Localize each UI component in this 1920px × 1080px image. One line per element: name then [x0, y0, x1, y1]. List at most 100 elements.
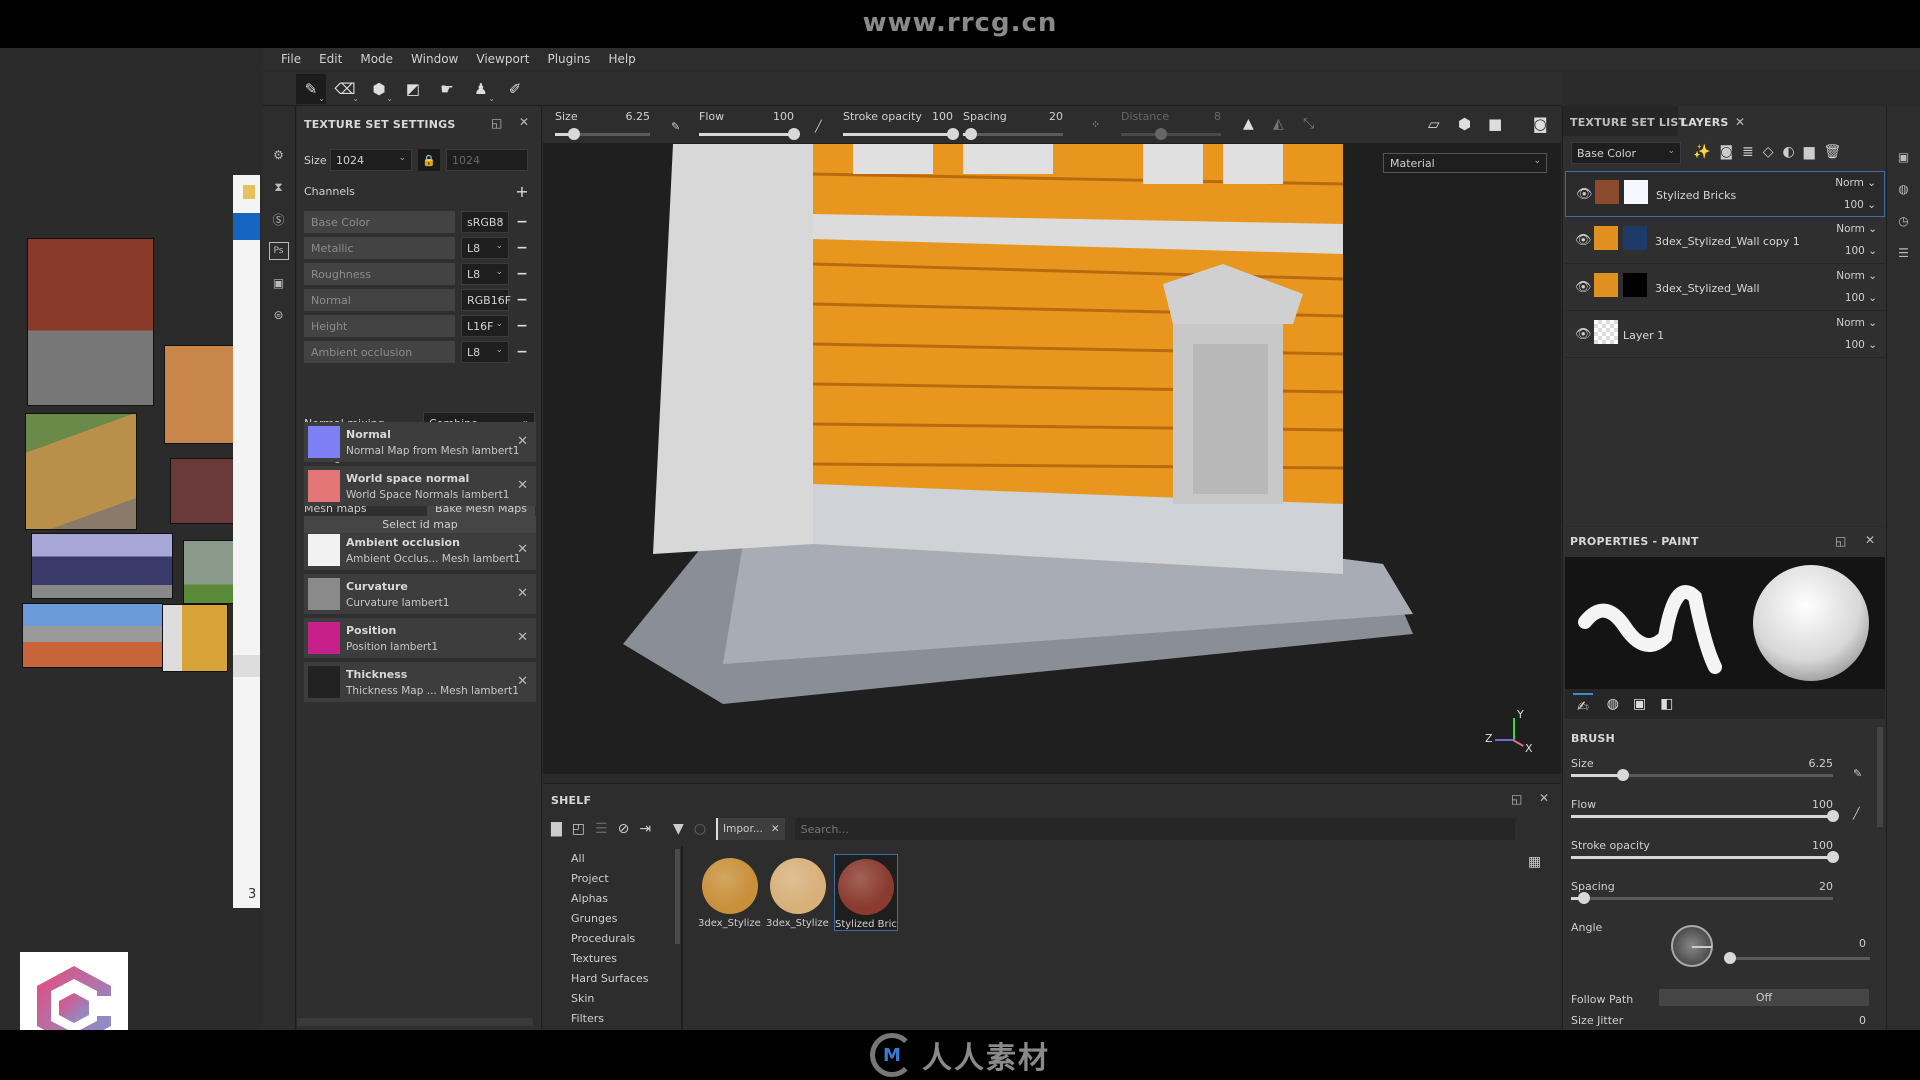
layer-mask-thumbnail[interactable]: [1624, 180, 1648, 204]
add-channel-button[interactable]: +: [509, 182, 535, 201]
size-pressure-icon[interactable]: ✎: [1853, 767, 1862, 780]
shelf-item[interactable]: 3dex_Stylize...: [766, 854, 830, 929]
projection-tool-button[interactable]: ⬢ ⌄: [364, 74, 394, 104]
follow-path-toggle[interactable]: Off: [1659, 989, 1869, 1006]
opacity-dropdown[interactable]: 100 ⌄: [1845, 339, 1877, 351]
history-hourglass-icon[interactable]: ⧗: [269, 178, 289, 196]
layer-mask-thumbnail[interactable]: [1623, 226, 1647, 250]
stencil-tab-icon[interactable]: ▣: [1633, 696, 1646, 712]
view-3d-cube-icon[interactable]: ⬢: [1458, 115, 1471, 133]
opacity-dropdown[interactable]: 100 ⌄: [1845, 292, 1877, 304]
import-icon[interactable]: ⇥: [639, 821, 651, 837]
menu-file[interactable]: File: [272, 52, 310, 66]
channel-dropdown[interactable]: Base Color ⌄: [1571, 142, 1681, 164]
shelf-category-item[interactable]: Textures: [571, 952, 617, 965]
substance-share-icon[interactable]: ⊜: [269, 306, 289, 324]
layer-row[interactable]: 👁 Stylized Bricks Norm ⌄ 100 ⌄: [1565, 171, 1885, 217]
remove-channel-button[interactable]: −: [509, 240, 535, 256]
blend-mode-dropdown[interactable]: Norm ⌄: [1836, 223, 1877, 235]
camera-icon[interactable]: ■: [1488, 115, 1502, 133]
transform-icon[interactable]: ⤡: [1303, 116, 1314, 132]
polygon-fill-tool-button[interactable]: ◩: [398, 74, 428, 104]
layer-row[interactable]: 👁 Layer 1 Norm ⌄ 100 ⌄: [1565, 312, 1885, 358]
smudge-tool-button[interactable]: ☛: [432, 74, 462, 104]
visibility-eye-icon[interactable]: 👁: [1575, 233, 1592, 248]
3d-viewport[interactable]: Y Z X: [543, 144, 1561, 774]
visibility-eye-icon[interactable]: 👁: [1576, 187, 1593, 202]
add-effect-icon[interactable]: ✨: [1693, 144, 1710, 160]
mesh-map-item[interactable]: Thickness Thickness Map ... Mesh lambert…: [304, 662, 536, 702]
mesh-map-item[interactable]: Ambient occlusion Ambient Occlus... Mesh…: [304, 530, 536, 570]
texture-set-settings-icon[interactable]: ⚙: [269, 146, 289, 164]
shader-settings-icon[interactable]: ◍: [1894, 180, 1914, 198]
shelf-item[interactable]: Stylized Bric...: [834, 854, 898, 931]
blend-mode-dropdown[interactable]: Norm ⌄: [1835, 177, 1876, 189]
remove-mesh-map-icon[interactable]: ✕: [517, 478, 528, 493]
remove-channel-button[interactable]: −: [509, 266, 535, 282]
menu-window[interactable]: Window: [402, 52, 467, 66]
document-icon[interactable]: ▣: [269, 274, 289, 292]
shelf-category-item[interactable]: Hard Surfaces: [571, 972, 648, 985]
filter-tag[interactable]: Impor... ✕: [716, 818, 785, 840]
blend-mode-dropdown[interactable]: Norm ⌄: [1836, 317, 1877, 329]
symmetry-icon[interactable]: ▲: [1243, 116, 1254, 132]
screenshot-icon[interactable]: ◙: [1533, 115, 1548, 133]
add-smart-mask-icon[interactable]: ◐: [1783, 144, 1795, 160]
remove-channel-button[interactable]: −: [509, 292, 535, 308]
lazy-mouse-icon[interactable]: ⁘: [1091, 118, 1100, 131]
add-fill-layer-icon[interactable]: ≣: [1742, 144, 1754, 160]
display-settings-icon[interactable]: ▣: [1894, 148, 1914, 166]
add-paint-layer-icon[interactable]: ◇: [1763, 144, 1774, 160]
brush-size-slider[interactable]: Size 6.25: [1571, 757, 1841, 787]
channel-format-dropdown[interactable]: L16F ⌄: [461, 315, 509, 337]
layer-row[interactable]: 👁 3dex_Stylized_Wall Norm ⌄ 100 ⌄: [1565, 265, 1885, 311]
new-folder-icon[interactable]: ◰: [572, 821, 585, 837]
flow-pressure-icon[interactable]: ╱: [815, 120, 822, 133]
display-mode-dropdown[interactable]: Material ⌄: [1383, 153, 1547, 173]
lighting-icon[interactable]: ◭: [1273, 116, 1284, 132]
shelf-category-item[interactable]: Procedurals: [571, 932, 635, 945]
mesh-map-item[interactable]: Position Position lambert1 ✕: [304, 618, 536, 658]
menu-viewport[interactable]: Viewport: [467, 52, 538, 66]
shelf-search-input[interactable]: [794, 818, 1515, 840]
remove-channel-button[interactable]: −: [509, 214, 535, 230]
close-icon[interactable]: ✕: [519, 115, 529, 129]
menu-edit[interactable]: Edit: [310, 52, 351, 66]
layer-row[interactable]: 👁 3dex_Stylized_Wall copy 1 Norm ⌄ 100 ⌄: [1565, 218, 1885, 264]
shelf-category-item[interactable]: Skin: [571, 992, 594, 1005]
horizontal-scrollbar[interactable]: [297, 1018, 533, 1026]
size-dropdown[interactable]: 1024 ⌄: [330, 149, 412, 171]
close-icon[interactable]: ✕: [1865, 533, 1875, 547]
shelf-category-item[interactable]: Alphas: [571, 892, 608, 905]
substance-icon[interactable]: Ⓢ: [269, 210, 289, 228]
paint-tool-button[interactable]: ✎ ⌄: [296, 73, 326, 104]
remove-mesh-map-icon[interactable]: ✕: [517, 434, 528, 449]
float-panel-icon[interactable]: ◱: [1511, 792, 1522, 806]
remove-mesh-map-icon[interactable]: ✕: [517, 586, 528, 601]
alpha-tab-icon[interactable]: ◍: [1607, 696, 1619, 712]
flow-pressure-icon[interactable]: ╱: [1853, 807, 1860, 820]
folder-icon[interactable]: ▇: [551, 821, 562, 837]
shelf-category-item[interactable]: Project: [571, 872, 609, 885]
select-id-map-button[interactable]: Select id map: [304, 516, 536, 533]
visibility-eye-icon[interactable]: 👁: [1575, 280, 1592, 295]
add-mask-icon[interactable]: ◙: [1719, 144, 1733, 160]
layer-mask-thumbnail[interactable]: [1623, 273, 1647, 297]
list-view-icon[interactable]: ☰: [595, 821, 608, 837]
menu-plugins[interactable]: Plugins: [538, 52, 599, 66]
photoshop-icon[interactable]: Ps: [268, 242, 289, 260]
mesh-map-item[interactable]: Normal Normal Map from Mesh lambert1 ✕: [304, 422, 536, 462]
properties-scrollbar[interactable]: [1877, 727, 1883, 827]
brush-tab-icon[interactable]: ✍: [1573, 693, 1593, 715]
lock-size-button[interactable]: 🔒: [418, 149, 440, 171]
size-pressure-icon[interactable]: ✎: [671, 120, 680, 133]
close-icon[interactable]: ✕: [1539, 791, 1549, 805]
angle-slider-knob[interactable]: [1724, 952, 1736, 964]
color-picker-tool-button[interactable]: ✐: [500, 74, 530, 104]
angle-slider[interactable]: [1724, 952, 1870, 964]
opacity-dropdown[interactable]: 100 ⌄: [1844, 199, 1876, 211]
tab-layers[interactable]: LAYERS: [1681, 116, 1729, 129]
remove-filter-icon[interactable]: ✕: [771, 823, 780, 835]
brush-spacing-slider[interactable]: Spacing 20: [1571, 880, 1841, 910]
grid-view-icon[interactable]: ▦: [1528, 854, 1541, 870]
